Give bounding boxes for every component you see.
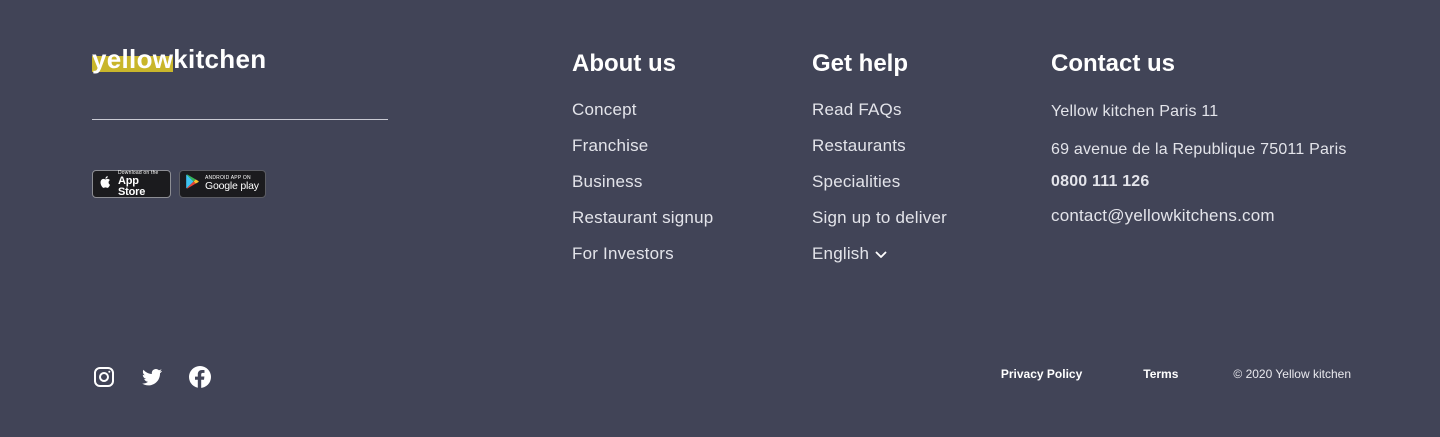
app-store-badge[interactable]: Download on the App Store [92,170,171,198]
google-play-big-text: Google play [205,180,259,193]
about-link-restaurant-signup[interactable]: Restaurant signup [572,208,713,228]
contact-name: Yellow kitchen Paris 11 [1051,103,1219,120]
twitter-icon[interactable] [140,365,164,389]
brand: yellowkitchen [92,44,266,74]
facebook-icon[interactable] [188,365,212,389]
help-link-specialities[interactable]: Specialities [812,172,947,192]
about-link-investors[interactable]: For Investors [572,244,713,264]
app-badges: Download on the App Store ANDROID APP ON… [92,170,266,198]
terms-link[interactable]: Terms [1143,367,1178,381]
contact-address: 69 avenue de la Republique 75011 Paris [1051,141,1347,158]
about-column: About us Concept Franchise Business Rest… [572,48,713,280]
about-title: About us [572,50,676,77]
site-footer: yellowkitchen Download on the App Store [0,0,1440,437]
help-column: Get help Read FAQs Restaurants Specialit… [812,48,947,280]
copyright-text: © 2020 Yellow kitchen [1233,367,1351,381]
chevron-down-icon [875,244,887,264]
social-links [92,365,212,389]
google-play-badge[interactable]: ANDROID APP ON Google play [179,170,266,198]
help-link-deliver-signup[interactable]: Sign up to deliver [812,208,947,228]
brand-divider [92,119,388,120]
help-title: Get help [812,50,909,77]
contact-title: Contact us [1051,50,1176,77]
about-link-franchise[interactable]: Franchise [572,136,713,156]
google-play-icon [186,174,200,194]
help-links: Read FAQs Restaurants Specialities Sign … [812,100,947,280]
legal-bar: Privacy Policy Terms © 2020 Yellow kitch… [1001,367,1351,381]
instagram-icon[interactable] [92,365,116,389]
help-link-faqs[interactable]: Read FAQs [812,100,947,120]
help-link-restaurants[interactable]: Restaurants [812,136,947,156]
logo[interactable]: yellowkitchen [92,44,266,74]
app-store-big-text: App Store [118,174,146,198]
privacy-policy-link[interactable]: Privacy Policy [1001,367,1082,381]
logo-rest: kitchen [173,44,267,74]
about-link-business[interactable]: Business [572,172,713,192]
language-label: English [812,244,870,263]
contact-email[interactable]: contact@yellowkitchens.com [1051,204,1351,228]
contact-column: Contact us Yellow kitchen Paris 11 69 av… [1051,48,1351,242]
contact-phone[interactable]: 0800 111 126 [1051,170,1351,194]
about-links: Concept Franchise Business Restaurant si… [572,100,713,264]
language-selector[interactable]: English [812,244,887,264]
logo-highlight: yellow [92,44,174,74]
apple-icon [99,174,113,195]
logo-highlight-text: yellow [92,44,174,74]
about-link-concept[interactable]: Concept [572,100,713,120]
